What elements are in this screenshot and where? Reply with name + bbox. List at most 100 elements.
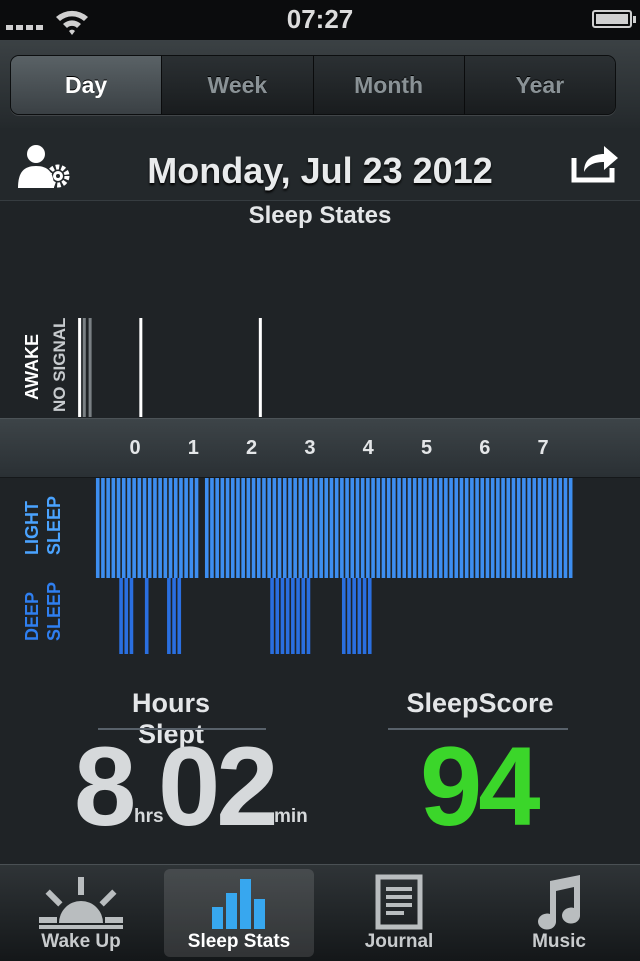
light-sleep-bar: [308, 478, 313, 578]
tab-sleep-stats[interactable]: Sleep Stats: [164, 869, 314, 957]
deep-sleep-bar: [280, 578, 285, 654]
deep-sleep-bar: [362, 578, 367, 654]
light-sleep-bar: [371, 478, 375, 578]
light-sleep-bar: [501, 478, 505, 578]
deep-sleep-bar: [367, 578, 372, 654]
light-sleep-bar: [412, 478, 417, 578]
light-sleep-bar: [381, 478, 386, 578]
light-sleep-bar: [470, 478, 474, 578]
light-sleep-bar: [350, 478, 355, 578]
minutes-unit: min: [274, 806, 308, 827]
light-sleep-bar: [496, 478, 500, 578]
awake-marker: [139, 318, 143, 417]
light-sleep-bar: [132, 478, 136, 578]
tab-wake-up[interactable]: Wake Up: [6, 869, 156, 957]
light-sleep-bar: [360, 478, 365, 578]
tab-music-label: Music: [532, 931, 586, 952]
light-sleep-bar: [506, 478, 511, 578]
light-sleep-bar: [267, 478, 271, 578]
light-sleep-bar: [194, 478, 199, 578]
light-sleep-bar: [256, 478, 261, 578]
deep-sleep-bar: [144, 578, 149, 654]
light-sleep-bar: [407, 478, 412, 578]
light-sleep-bar: [314, 478, 318, 578]
light-sleep-bar: [319, 478, 323, 578]
light-sleep-bar: [329, 478, 334, 578]
light-sleep-bar: [454, 478, 459, 578]
light-sleep-bar: [116, 478, 121, 578]
deep-sleep-bar: [352, 578, 356, 654]
light-sleep-bar: [522, 478, 526, 578]
light-sleep-bar: [464, 478, 469, 578]
light-sleep-bar: [444, 478, 448, 578]
light-sleep-bar: [184, 478, 188, 578]
light-sleep-bar: [251, 478, 256, 578]
light-sleep-bar: [179, 478, 183, 578]
light-sleep-bar: [127, 478, 131, 578]
light-sleep-bar: [293, 478, 297, 578]
tab-journal[interactable]: Journal: [324, 869, 474, 957]
light-sleep-bar: [158, 478, 162, 578]
deep-sleep-bar: [275, 578, 280, 654]
light-sleep-bar: [485, 478, 490, 578]
light-sleep-bar: [340, 478, 344, 578]
light-sleep-bar: [433, 478, 438, 578]
light-sleep-bar: [423, 478, 427, 578]
deep-sleep-bar: [347, 578, 351, 654]
light-sleep-bar: [241, 478, 245, 578]
hours-value: 8: [74, 724, 136, 849]
light-sleep-bar: [480, 478, 485, 578]
deep-sleep-bar: [177, 578, 182, 654]
tab-journal-label: Journal: [364, 931, 434, 952]
light-sleep-bar: [548, 478, 552, 578]
tab-music[interactable]: Music: [484, 869, 634, 957]
light-sleep-bar: [272, 478, 277, 578]
no-signal-marker: [88, 318, 92, 417]
light-sleep-bar: [563, 478, 568, 578]
sleepscore-label: SleepScore: [406, 688, 554, 718]
deep-sleep-bar: [301, 578, 306, 654]
music-note-icon: [538, 875, 581, 930]
light-sleep-bar: [277, 478, 282, 578]
journal-icon: [375, 874, 423, 930]
deep-sleep-bar: [296, 578, 300, 654]
light-sleep-bar: [236, 478, 240, 578]
light-sleep-bar: [376, 478, 381, 578]
light-sleep-bar: [345, 478, 349, 578]
light-sleep-bar: [542, 478, 547, 578]
light-sleep-bar: [262, 478, 266, 578]
light-sleep-bar: [553, 478, 557, 578]
light-sleep-bar: [516, 478, 521, 578]
light-sleep-bar: [475, 478, 479, 578]
light-sleep-bar: [215, 478, 219, 578]
light-sleep-bar: [220, 478, 225, 578]
light-sleep-bar: [95, 478, 100, 578]
deep-sleep-bar: [129, 578, 134, 654]
deep-sleep-bar: [270, 578, 274, 654]
deep-sleep-bar: [357, 578, 362, 654]
deep-sleep-bar: [341, 578, 346, 654]
light-sleep-bar: [490, 478, 495, 578]
light-sleep-bar: [153, 478, 157, 578]
light-sleep-bar: [173, 478, 178, 578]
light-sleep-bar: [288, 478, 292, 578]
deep-sleep-bar: [119, 578, 123, 654]
minutes-value: 02: [158, 724, 279, 849]
light-sleep-bar: [189, 478, 194, 578]
bar-chart-icon: [212, 879, 265, 929]
light-sleep-bar: [101, 478, 105, 578]
light-sleep-bar: [558, 478, 563, 578]
light-sleep-bar: [168, 478, 173, 578]
deep-sleep-bar: [291, 578, 295, 654]
light-sleep-bar: [121, 478, 126, 578]
light-sleep-bar: [324, 478, 329, 578]
no-signal-marker: [82, 318, 86, 417]
light-sleep-bar: [402, 478, 407, 578]
light-sleep-bar: [527, 478, 531, 578]
light-sleep-bar: [537, 478, 542, 578]
light-sleep-bar: [511, 478, 516, 578]
tab-bar: Wake Up Sleep Stats Journal Music: [0, 864, 640, 961]
light-sleep-bar: [418, 478, 422, 578]
tab-sleep-stats-label: Sleep Stats: [187, 931, 291, 952]
light-sleep-bar: [163, 478, 168, 578]
